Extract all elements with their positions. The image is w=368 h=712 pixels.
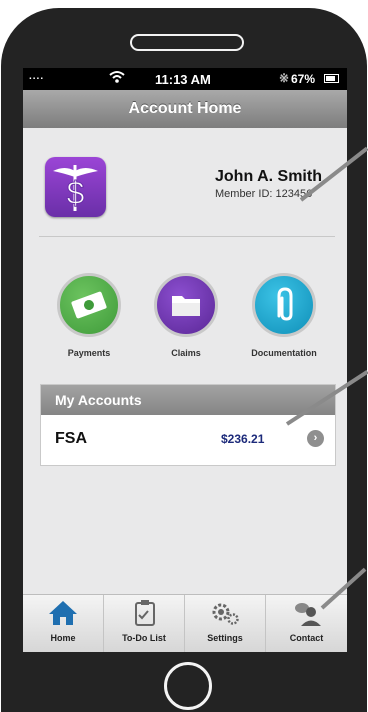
status-bar: .... 11:13 AM ※ 67% <box>23 68 347 90</box>
accounts-panel: My Accounts FSA $236.21 › <box>40 384 336 466</box>
app-screen: .... 11:13 AM ※ 67% Account Home $ John … <box>23 68 347 652</box>
accounts-header: My Accounts <box>41 385 335 415</box>
account-name: FSA <box>55 430 87 447</box>
payments-label: Payments <box>67 348 111 358</box>
speaker-slot <box>130 34 244 51</box>
documentation-button[interactable]: Documentation <box>249 273 319 361</box>
tab-contact[interactable]: Contact <box>266 595 347 652</box>
gears-icon <box>185 595 265 629</box>
folder-icon <box>154 273 218 337</box>
page-title: Account Home <box>23 90 347 128</box>
tab-todo-list[interactable]: To-Do List <box>104 595 185 652</box>
battery-percent: 67% <box>291 72 316 86</box>
paperclip-icon <box>252 273 316 337</box>
status-time: 11:13 AM <box>155 72 211 87</box>
account-balance: $236.21 <box>221 432 265 446</box>
tab-settings[interactable]: Settings <box>185 595 266 652</box>
tab-home[interactable]: Home <box>23 595 104 652</box>
app-logo-icon: $ <box>45 157 106 217</box>
claims-label: Claims <box>171 348 201 358</box>
tab-label: Settings <box>207 633 243 643</box>
home-icon <box>23 595 103 629</box>
money-icon <box>57 273 121 337</box>
phone-frame: .... 11:13 AM ※ 67% Account Home $ John … <box>1 8 367 712</box>
tab-label: To-Do List <box>122 633 166 643</box>
tab-label: Home <box>50 633 76 643</box>
documentation-label: Documentation <box>251 348 317 358</box>
home-hardware-button[interactable] <box>164 662 212 710</box>
bluetooth-icon: ※ <box>279 71 290 85</box>
member-id: Member ID: 123456 <box>215 188 313 200</box>
member-name: John A. Smith <box>215 168 322 185</box>
chevron-right-icon: › <box>307 430 324 447</box>
contact-icon <box>266 595 347 629</box>
svg-text:$: $ <box>67 175 85 211</box>
divider <box>39 236 335 237</box>
tab-label: Contact <box>289 633 324 643</box>
claims-button[interactable]: Claims <box>151 273 221 361</box>
wifi-icon <box>109 70 125 87</box>
payments-button[interactable]: Payments <box>54 273 124 361</box>
battery-icon <box>324 74 339 83</box>
signal-indicator: .... <box>29 71 45 82</box>
tab-bar: Home To-Do List Settings Contact <box>23 594 347 652</box>
clipboard-icon <box>104 595 184 629</box>
